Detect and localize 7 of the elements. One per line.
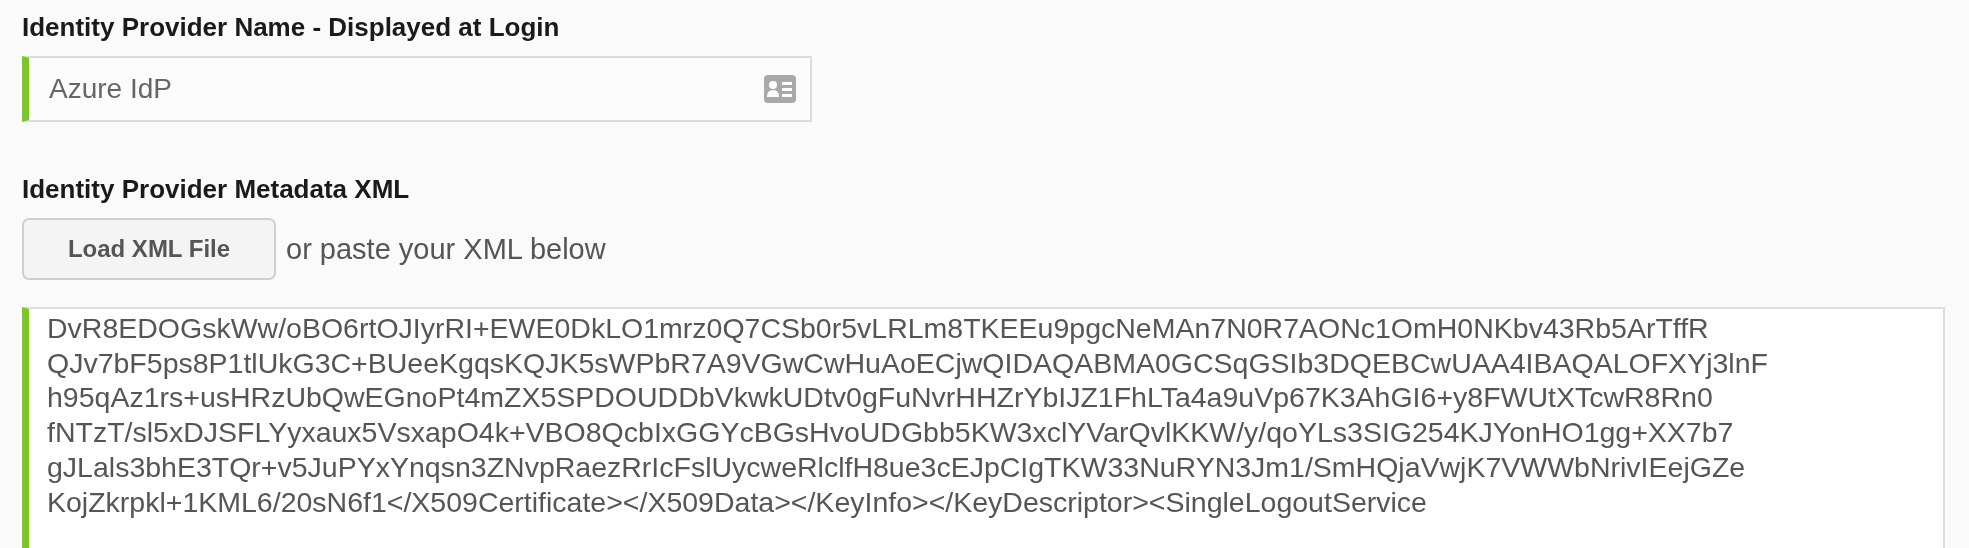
xml-input-field[interactable]: DvR8EDOGskWw/oBO6rtOJIyrRI+EWE0DkLO1mrz0Q7CSb0r5vLRLm8TKEEu9pgcNeMAn7N0R7AONc1OmH0NKbv43Rb5ArTffR QJv7bF5ps8P1tlUkG3C+BUeeKgqsKQJK5sWPbR7A9VGwCwHuAoECjwQIDAQABMA0GCSqGSIb3DQEBCwUAA4IBAQALOFXYj3lnF h95qAz1rs+usHRzUbQwEGnoPt4mZX5SPDOUDDbVkwkUDtv0gFuNvrHHZrYbIJZ1FhLTa4a9uVp67K3AhGI6+y8FWUtXTcwR8Rn0 fNTzT/sl5xDJSFLYyxaux5VsxapO4k+VBO8QcbIxGGYcBGsHvoUDGbb5KW3xclYVarQvlKKW/y/qoYLs3SIG254KJYonHO1gg+XX7b7 gJLals3bhE3TQr+v5JuPYxYnqsn3ZNvpRaezRrIcFslUycweRlclfH8ue3cEJpCIgTKW33NuRYN3Jm1/SmHQjaVwjK7VWWbNrivIEejGZe KojZkrpkl+1KML6/20sN6f1</X509Certificate></X509Data></KeyInfo></KeyDescriptor><SingleLogoutService (22, 307, 1945, 548)
field-label: Identity Provider Name - Displayed at Login (22, 11, 561, 44)
name-input-field[interactable]: Azure IdP (22, 56, 812, 122)
id-card-icon (764, 75, 796, 103)
load-xml-button[interactable]: Load XML File (22, 218, 276, 280)
paste-hint: or paste your XML below (286, 232, 606, 266)
field-label: Identity Provider Metadata XML (22, 173, 411, 206)
